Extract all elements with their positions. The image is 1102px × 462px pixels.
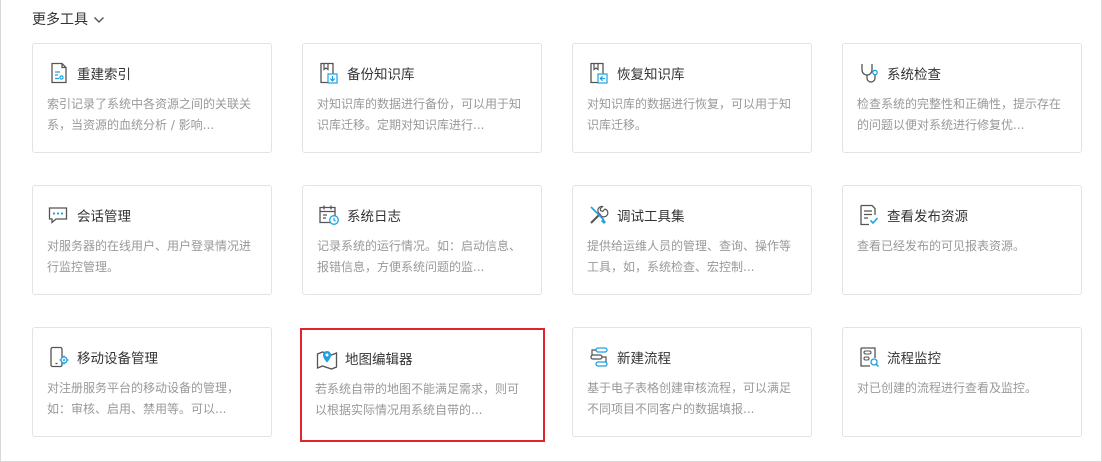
- card-description: 对已创建的流程进行查看及监控。: [857, 381, 1038, 395]
- card-title: 查看发布资源: [887, 209, 968, 225]
- calendar-clock-icon: [317, 203, 341, 227]
- card-title: 流程监控: [887, 351, 941, 367]
- card-title: 备份知识库: [347, 67, 415, 83]
- document-check-icon: [857, 203, 881, 227]
- tool-card-map-editor[interactable]: 地图编辑器 若系统自带的地图不能满足需求，则可以根据实际情况用系统自带的...: [300, 328, 545, 442]
- tools-icon: [587, 203, 611, 227]
- card-title: 系统检查: [887, 67, 941, 83]
- tool-card-restore-repository[interactable]: 恢复知识库 对知识库的数据进行恢复，可以用于知识库迁移。: [572, 43, 812, 153]
- card-title: 调试工具集: [617, 209, 685, 225]
- tool-card-backup-repository[interactable]: 备份知识库 对知识库的数据进行备份，可以用于知识库迁移。定期对知识库进行...: [302, 43, 542, 153]
- tool-card-new-workflow[interactable]: 新建流程 基于电子表格创建审核流程，可以满足不同项目不同客户的数据填报...: [572, 327, 812, 437]
- tool-card-system-log[interactable]: 系统日志 记录系统的运行情况。如：启动信息、报错信息，方便系统问题的监...: [302, 185, 542, 295]
- flow-monitor-icon: [857, 345, 881, 369]
- card-description: 提供给运维人员的管理、查询、操作等工具，如，系统检查、宏控制...: [587, 239, 792, 274]
- tool-card-debug-tools[interactable]: 调试工具集 提供给运维人员的管理、查询、操作等工具，如，系统检查、宏控制...: [572, 185, 812, 295]
- card-description: 对服务器的在线用户、用户登录情况进行监控管理。: [47, 239, 252, 274]
- more-tools-toggle[interactable]: 更多工具: [32, 8, 106, 30]
- card-title: 会话管理: [77, 209, 131, 225]
- tool-card-workflow-monitor[interactable]: 流程监控 对已创建的流程进行查看及监控。: [842, 327, 1082, 437]
- card-description: 对知识库的数据进行备份，可以用于知识库迁移。定期对知识库进行...: [317, 97, 522, 132]
- card-title: 恢复知识库: [617, 67, 685, 83]
- card-description: 基于电子表格创建审核流程，可以满足不同项目不同客户的数据填报...: [587, 381, 792, 416]
- backup-repository-icon: [317, 61, 341, 85]
- card-title: 移动设备管理: [77, 351, 158, 367]
- card-description: 记录系统的运行情况。如：启动信息、报错信息，方便系统问题的监...: [317, 239, 522, 274]
- chat-icon: [47, 203, 71, 227]
- mobile-gear-icon: [47, 345, 71, 369]
- card-title: 系统日志: [347, 209, 401, 225]
- card-description: 若系统自带的地图不能满足需求，则可以根据实际情况用系统自带的...: [315, 382, 520, 417]
- card-title: 重建索引: [77, 67, 131, 83]
- tool-card-rebuild-index[interactable]: 重建索引 索引记录了系统中各资源之间的关联关系，当资源的血统分析 / 影响...: [32, 43, 272, 153]
- card-description: 查看已经发布的可见报表资源。: [857, 239, 1026, 253]
- card-title: 新建流程: [617, 351, 671, 367]
- card-description: 对注册服务平台的移动设备的管理，如：审核、启用、禁用等。可以...: [47, 381, 240, 416]
- tool-card-session-management[interactable]: 会话管理 对服务器的在线用户、用户登录情况进行监控管理。: [32, 185, 272, 295]
- chevron-down-icon: [92, 12, 106, 26]
- map-pin-icon: [315, 346, 339, 370]
- card-description: 检查系统的完整性和正确性，提示存在的问题以便对系统进行修复优...: [857, 97, 1062, 132]
- tool-card-view-published-resources[interactable]: 查看发布资源 查看已经发布的可见报表资源。: [842, 185, 1082, 295]
- card-description: 对知识库的数据进行恢复，可以用于知识库迁移。: [587, 97, 792, 132]
- stethoscope-icon: [857, 61, 881, 85]
- card-title: 地图编辑器: [345, 352, 413, 368]
- tool-card-mobile-device-management[interactable]: 移动设备管理 对注册服务平台的移动设备的管理，如：审核、启用、禁用等。可以...: [32, 327, 272, 437]
- rebuild-index-icon: [47, 61, 71, 85]
- card-description: 索引记录了系统中各资源之间的关联关系，当资源的血统分析 / 影响...: [47, 97, 252, 132]
- tool-card-system-check[interactable]: 系统检查 检查系统的完整性和正确性，提示存在的问题以便对系统进行修复优...: [842, 43, 1082, 153]
- section-title: 更多工具: [32, 12, 88, 28]
- workflow-icon: [587, 345, 611, 369]
- restore-repository-icon: [587, 61, 611, 85]
